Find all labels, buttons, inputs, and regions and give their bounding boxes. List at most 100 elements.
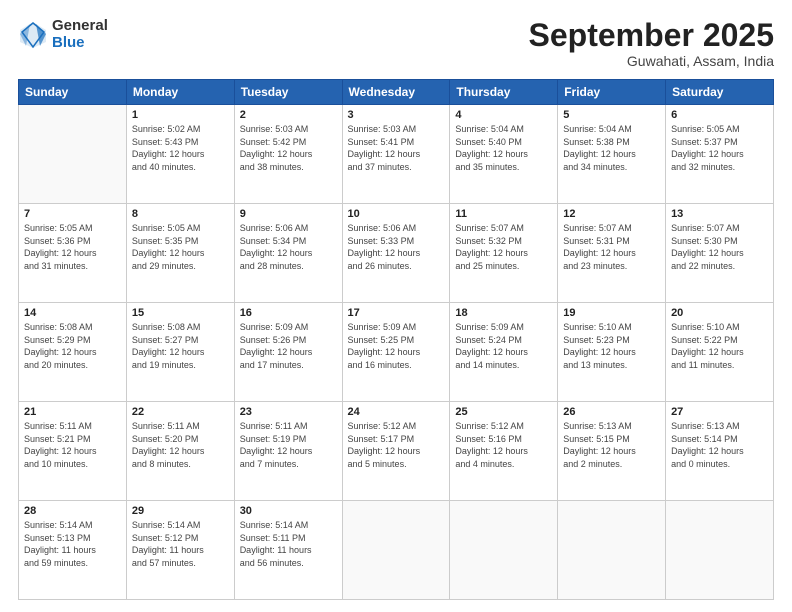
day-number: 26 <box>563 406 660 418</box>
day-info: Sunrise: 5:09 AM Sunset: 5:24 PM Dayligh… <box>455 321 552 371</box>
day-number: 24 <box>348 406 445 418</box>
logo-blue-text: Blue <box>52 35 108 52</box>
calendar-cell: 28 Sunrise: 5:14 AM Sunset: 5:13 PM Dayli… <box>19 501 127 600</box>
day-number: 20 <box>671 307 768 319</box>
day-number: 14 <box>24 307 121 319</box>
calendar-cell: 23Sunrise: 5:11 AM Sunset: 5:19 PM Dayli… <box>234 402 342 501</box>
calendar-week-4: 21 Sunrise: 5:11 AM Sunset: 5:21 PM Dayli… <box>19 402 774 501</box>
day-number: 6 <box>671 109 768 121</box>
day-info: Sunrise: 5:09 AM Sunset: 5:25 PM Dayligh… <box>348 321 445 371</box>
day-info: Sunrise: 5:13 AM Sunset: 5:15 PM Dayligh… <box>563 420 660 470</box>
calendar-cell: 12 Sunrise: 5:07 AM Sunset: 5:31 PM Dayli… <box>558 204 666 303</box>
day-number: 17 <box>348 307 445 319</box>
col-sunday: Sunday <box>19 80 127 105</box>
calendar-cell: 25 Sunrise: 5:12 AM Sunset: 5:16 PM Dayli… <box>450 402 558 501</box>
calendar-cell: 27Sunrise: 5:13 AM Sunset: 5:14 PM Dayli… <box>666 402 774 501</box>
day-number: 11 <box>455 208 552 220</box>
day-number: 2 <box>240 109 337 121</box>
calendar-cell: 26 Sunrise: 5:13 AM Sunset: 5:15 PM Dayli… <box>558 402 666 501</box>
day-info: Sunrise: 5:07 AM Sunset: 5:32 PM Dayligh… <box>455 222 552 272</box>
day-number: 10 <box>348 208 445 220</box>
calendar-cell: 6 Sunrise: 5:05 AM Sunset: 5:37 PM Daylig… <box>666 105 774 204</box>
day-info: Sunrise: 5:11 AM Sunset: 5:20 PM Dayligh… <box>132 420 229 470</box>
calendar-cell: 18Sunrise: 5:09 AM Sunset: 5:24 PM Dayli… <box>450 303 558 402</box>
day-info: Sunrise: 5:09 AM Sunset: 5:26 PM Dayligh… <box>240 321 337 371</box>
calendar-cell: 14 Sunrise: 5:08 AM Sunset: 5:29 PM Dayli… <box>19 303 127 402</box>
calendar-cell: 3 Sunrise: 5:03 AM Sunset: 5:41 PM Daylig… <box>342 105 450 204</box>
day-number: 16 <box>240 307 337 319</box>
calendar-cell <box>666 501 774 600</box>
calendar-cell: 24 Sunrise: 5:12 AM Sunset: 5:17 PM Dayli… <box>342 402 450 501</box>
day-number: 30 <box>240 505 337 517</box>
calendar-cell: 19 Sunrise: 5:10 AM Sunset: 5:23 PM Dayli… <box>558 303 666 402</box>
logo-text: General Blue <box>52 18 108 51</box>
page: General Blue September 2025 Guwahati, As… <box>0 0 792 612</box>
day-number: 15 <box>132 307 229 319</box>
day-number: 22 <box>132 406 229 418</box>
day-info: Sunrise: 5:13 AM Sunset: 5:14 PM Dayligh… <box>671 420 768 470</box>
day-number: 19 <box>563 307 660 319</box>
day-number: 9 <box>240 208 337 220</box>
day-info: Sunrise: 5:06 AM Sunset: 5:34 PM Dayligh… <box>240 222 337 272</box>
day-info: Sunrise: 5:02 AM Sunset: 5:43 PM Dayligh… <box>132 123 229 173</box>
col-tuesday: Tuesday <box>234 80 342 105</box>
calendar-cell: 7Sunrise: 5:05 AM Sunset: 5:36 PM Daylig… <box>19 204 127 303</box>
day-number: 4 <box>455 109 552 121</box>
calendar-cell: 4 Sunrise: 5:04 AM Sunset: 5:40 PM Daylig… <box>450 105 558 204</box>
col-wednesday: Wednesday <box>342 80 450 105</box>
title-block: September 2025 Guwahati, Assam, India <box>529 18 774 69</box>
calendar-cell <box>19 105 127 204</box>
day-number: 29 <box>132 505 229 517</box>
calendar-week-2: 7Sunrise: 5:05 AM Sunset: 5:36 PM Daylig… <box>19 204 774 303</box>
day-number: 25 <box>455 406 552 418</box>
month-title: September 2025 <box>529 18 774 53</box>
day-info: Sunrise: 5:14 AM Sunset: 5:12 PM Dayligh… <box>132 519 229 569</box>
calendar-cell: 10 Sunrise: 5:06 AM Sunset: 5:33 PM Dayli… <box>342 204 450 303</box>
day-info: Sunrise: 5:14 AM Sunset: 5:11 PM Dayligh… <box>240 519 337 569</box>
day-info: Sunrise: 5:05 AM Sunset: 5:37 PM Dayligh… <box>671 123 768 173</box>
calendar-cell: 1 Sunrise: 5:02 AM Sunset: 5:43 PM Daylig… <box>126 105 234 204</box>
day-info: Sunrise: 5:12 AM Sunset: 5:17 PM Dayligh… <box>348 420 445 470</box>
day-info: Sunrise: 5:07 AM Sunset: 5:31 PM Dayligh… <box>563 222 660 272</box>
day-number: 8 <box>132 208 229 220</box>
day-number: 1 <box>132 109 229 121</box>
header: General Blue September 2025 Guwahati, As… <box>18 18 774 69</box>
day-info: Sunrise: 5:06 AM Sunset: 5:33 PM Dayligh… <box>348 222 445 272</box>
calendar-cell: 20Sunrise: 5:10 AM Sunset: 5:22 PM Dayli… <box>666 303 774 402</box>
location: Guwahati, Assam, India <box>529 53 774 69</box>
calendar-header-row: Sunday Monday Tuesday Wednesday Thursday… <box>19 80 774 105</box>
calendar-cell: 22 Sunrise: 5:11 AM Sunset: 5:20 PM Dayli… <box>126 402 234 501</box>
day-info: Sunrise: 5:04 AM Sunset: 5:38 PM Dayligh… <box>563 123 660 173</box>
calendar-cell: 30 Sunrise: 5:14 AM Sunset: 5:11 PM Dayli… <box>234 501 342 600</box>
day-number: 3 <box>348 109 445 121</box>
day-number: 23 <box>240 406 337 418</box>
calendar-cell: 11 Sunrise: 5:07 AM Sunset: 5:32 PM Dayli… <box>450 204 558 303</box>
calendar-week-1: 1 Sunrise: 5:02 AM Sunset: 5:43 PM Daylig… <box>19 105 774 204</box>
calendar-cell <box>450 501 558 600</box>
logo-icon <box>18 20 48 50</box>
day-info: Sunrise: 5:14 AM Sunset: 5:13 PM Dayligh… <box>24 519 121 569</box>
day-info: Sunrise: 5:03 AM Sunset: 5:41 PM Dayligh… <box>348 123 445 173</box>
calendar-cell: 13Sunrise: 5:07 AM Sunset: 5:30 PM Dayli… <box>666 204 774 303</box>
calendar-cell: 15Sunrise: 5:08 AM Sunset: 5:27 PM Dayli… <box>126 303 234 402</box>
day-info: Sunrise: 5:08 AM Sunset: 5:29 PM Dayligh… <box>24 321 121 371</box>
day-info: Sunrise: 5:04 AM Sunset: 5:40 PM Dayligh… <box>455 123 552 173</box>
calendar-cell <box>558 501 666 600</box>
day-number: 28 <box>24 505 121 517</box>
day-number: 13 <box>671 208 768 220</box>
day-number: 12 <box>563 208 660 220</box>
day-info: Sunrise: 5:12 AM Sunset: 5:16 PM Dayligh… <box>455 420 552 470</box>
day-info: Sunrise: 5:11 AM Sunset: 5:21 PM Dayligh… <box>24 420 121 470</box>
calendar-week-3: 14 Sunrise: 5:08 AM Sunset: 5:29 PM Dayli… <box>19 303 774 402</box>
calendar-cell: 21 Sunrise: 5:11 AM Sunset: 5:21 PM Dayli… <box>19 402 127 501</box>
day-info: Sunrise: 5:05 AM Sunset: 5:36 PM Dayligh… <box>24 222 121 272</box>
calendar-cell: 5Sunrise: 5:04 AM Sunset: 5:38 PM Daylig… <box>558 105 666 204</box>
day-number: 21 <box>24 406 121 418</box>
logo: General Blue <box>18 18 108 51</box>
day-info: Sunrise: 5:03 AM Sunset: 5:42 PM Dayligh… <box>240 123 337 173</box>
calendar-cell: 2 Sunrise: 5:03 AM Sunset: 5:42 PM Daylig… <box>234 105 342 204</box>
calendar-cell: 17 Sunrise: 5:09 AM Sunset: 5:25 PM Dayli… <box>342 303 450 402</box>
calendar-cell: 9 Sunrise: 5:06 AM Sunset: 5:34 PM Daylig… <box>234 204 342 303</box>
logo-general-text: General <box>52 18 108 35</box>
day-info: Sunrise: 5:10 AM Sunset: 5:23 PM Dayligh… <box>563 321 660 371</box>
